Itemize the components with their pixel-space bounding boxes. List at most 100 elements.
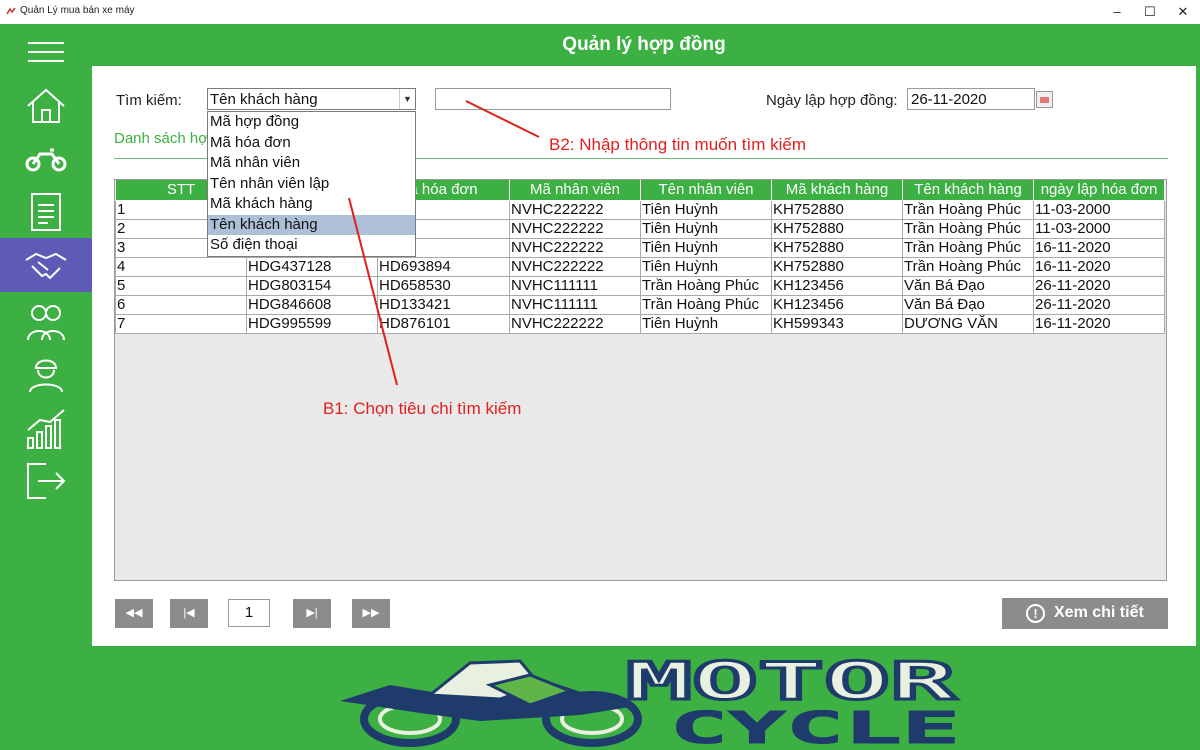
motorbike-icon (25, 148, 67, 172)
close-button[interactable]: ✕ (1168, 2, 1198, 22)
dropdown-option[interactable]: Mã hợp đồng (208, 112, 415, 133)
customers-icon (27, 305, 65, 341)
info-icon: ! (1026, 604, 1045, 623)
dropdown-option[interactable]: Số điện thoại (208, 235, 415, 256)
contract-list-label: Danh sách hợ (114, 130, 209, 147)
contract-date-value: 26-11-2020 (911, 91, 987, 108)
cell-invoice-id: HD693894 (377, 256, 510, 277)
cell-customer-name: Trần Hoàng Phúc (902, 199, 1034, 220)
table-row[interactable]: 6 HDG846608 HD133421 NVHC111111 Trần Hoàng P… (115, 294, 1165, 315)
cell-invoice-id: HD658530 (377, 275, 510, 296)
title-bar: Quản Lý mua bán xe máy – ☐ ✕ (0, 0, 1200, 24)
sidebar (0, 24, 92, 750)
view-detail-button[interactable]: ! Xem chi tiết (1002, 598, 1168, 629)
handshake-icon (25, 252, 67, 280)
cell-date: 11-03-2000 (1033, 199, 1165, 220)
search-criteria-dropdown: Mã hợp đồng Mã hóa đơn Mã nhân viên Tên nhâ… (207, 111, 416, 257)
column-header-date[interactable]: ngày lập hóa đơn (1033, 180, 1165, 201)
cell-date: 16-11-2020 (1033, 237, 1165, 258)
motorcycle-logo: MOTOR CYCLE (340, 655, 961, 747)
cell-employee-name: Tiên Huỳnh (640, 256, 772, 277)
previous-page-button[interactable]: |◀ (170, 599, 208, 628)
calendar-icon (1040, 97, 1049, 103)
maximize-button[interactable]: ☐ (1135, 2, 1165, 22)
cell-date: 26-11-2020 (1033, 294, 1165, 315)
cell-employee-id: NVHC222222 (509, 256, 641, 277)
cell-employee-name: Tiên Huỳnh (640, 313, 772, 334)
annotation-b1: B1: Chọn tiêu chi tìm kiếm (323, 399, 522, 418)
cell-employee-id: NVHC222222 (509, 199, 641, 220)
sidebar-item-invoices[interactable] (0, 184, 92, 234)
cell-date: 16-11-2020 (1033, 256, 1165, 277)
sidebar-item-employees[interactable] (0, 348, 92, 398)
dropdown-option[interactable]: Mã khách hàng (208, 194, 415, 215)
statistics-icon (27, 409, 65, 449)
employee-icon (29, 359, 63, 393)
search-criteria-value: Tên khách hàng (210, 91, 318, 108)
search-input[interactable] (435, 88, 671, 110)
column-header-employee-name[interactable]: Tên nhân viên (640, 180, 772, 201)
right-border (1196, 24, 1200, 750)
chevron-down-icon[interactable]: ▼ (399, 89, 415, 109)
page-number-input[interactable]: 1 (228, 599, 270, 627)
cell-employee-name: Trần Hoàng Phúc (640, 275, 772, 296)
cell-customer-id: KH752880 (771, 199, 903, 220)
cell-employee-id: NVHC222222 (509, 218, 641, 239)
annotation-b2: B2: Nhập thông tin muốn tìm kiếm (549, 135, 807, 154)
sidebar-item-logout[interactable] (0, 452, 92, 502)
search-criteria-select[interactable]: Tên khách hàng ▼ (207, 88, 416, 110)
table-row[interactable]: 4 HDG437128 HD693894 NVHC222222 Tiên Huỳnh KH… (115, 256, 1165, 277)
table-row[interactable]: 7 HDG995599 HD876101 NVHC222222 Tiên Huỳnh KH… (115, 313, 1165, 334)
dropdown-option[interactable]: Tên nhân viên lập (208, 174, 415, 195)
logout-icon (27, 463, 66, 499)
dropdown-option[interactable]: Mã hóa đơn (208, 133, 415, 154)
last-page-button[interactable]: ▶▶ (352, 599, 390, 628)
menu-icon (28, 42, 64, 62)
sidebar-item-motorbikes[interactable] (0, 132, 92, 182)
cell-employee-id: NVHC222222 (509, 237, 641, 258)
cell-customer-id: KH752880 (771, 256, 903, 277)
dropdown-option[interactable]: Mã nhân viên (208, 153, 415, 174)
sidebar-item-statistics[interactable] (0, 402, 92, 452)
cell-customer-id: KH599343 (771, 313, 903, 334)
table-row[interactable]: 5 HDG803154 HD658530 NVHC111111 Trần Hoàng P… (115, 275, 1165, 296)
cell-customer-id: KH752880 (771, 237, 903, 258)
cell-contract-id: HDG846608 (246, 294, 378, 315)
contract-date-label: Ngày lập hợp đồng: (766, 92, 898, 109)
first-page-button[interactable]: ◀◀ (115, 599, 153, 628)
cell-contract-id: HDG437128 (246, 256, 378, 277)
window-title: Quản Lý mua bán xe máy (20, 5, 135, 16)
minimize-button[interactable]: – (1102, 2, 1132, 22)
search-label: Tìm kiếm: (116, 92, 182, 109)
cell-employee-name: Trần Hoàng Phúc (640, 294, 772, 315)
cell-stt: 7 (115, 313, 247, 334)
column-header-customer-id[interactable]: Mã khách hàng (771, 180, 903, 201)
sidebar-item-customers[interactable] (0, 296, 92, 346)
cell-stt: 4 (115, 256, 247, 277)
column-header-customer-name[interactable]: Tên khách hàng (902, 180, 1034, 201)
dropdown-option[interactable]: Tên khách hàng (208, 214, 415, 235)
cell-customer-name: DƯƠNG VĂN (902, 313, 1034, 334)
cell-customer-name: Trần Hoàng Phúc (902, 218, 1034, 239)
sidebar-item-contracts[interactable] (0, 238, 92, 292)
cell-date: 26-11-2020 (1033, 275, 1165, 296)
view-detail-label: Xem chi tiết (1054, 604, 1144, 621)
cell-contract-id: HDG995599 (246, 313, 378, 334)
cell-customer-id: KH123456 (771, 294, 903, 315)
app-window: Quản Lý mua bán xe máy – ☐ ✕ Quản lý hợp… (0, 0, 1200, 750)
cell-date: 11-03-2000 (1033, 218, 1165, 239)
cell-customer-name: Trần Hoàng Phúc (902, 256, 1034, 277)
cell-customer-name: Văn Bá Đạo (902, 275, 1034, 296)
column-header-employee-id[interactable]: Mã nhân viên (509, 180, 641, 201)
logo-text-cycle: CYCLE (670, 703, 960, 747)
contract-date-field[interactable]: 26-11-2020 (907, 88, 1035, 110)
next-page-button[interactable]: ▶| (293, 599, 331, 628)
calendar-button[interactable] (1036, 91, 1053, 108)
sidebar-item-home[interactable] (0, 80, 92, 130)
cell-customer-id: KH752880 (771, 218, 903, 239)
cell-invoice-id: HD133421 (377, 294, 510, 315)
cell-stt: 5 (115, 275, 247, 296)
cell-employee-name: Tiên Huỳnh (640, 199, 772, 220)
cell-stt: 6 (115, 294, 247, 315)
sidebar-menu-toggle[interactable] (0, 28, 92, 78)
